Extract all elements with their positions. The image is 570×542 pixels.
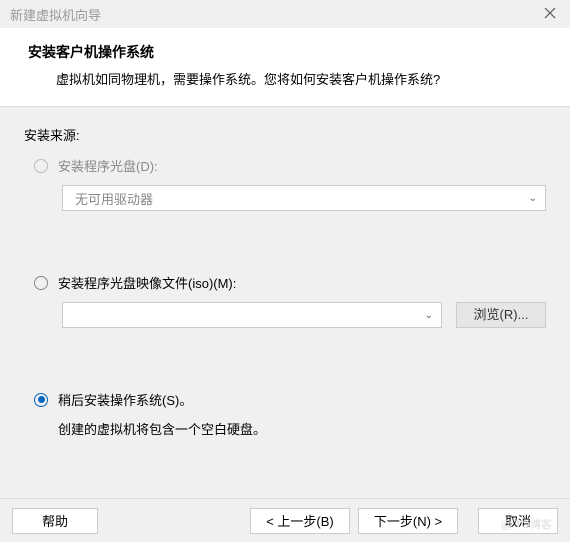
option-later-label: 稍后安装操作系统(S)。 [58,390,192,409]
close-icon[interactable] [530,7,570,22]
chevron-down-icon: ⌄ [425,310,433,321]
radio-disc [34,159,48,173]
option-disc[interactable]: 安装程序光盘(D): [34,156,546,175]
disc-drive-combo[interactable]: 无可用驱动器 ⌄ [62,185,546,211]
source-label: 安装来源: [24,125,546,144]
option-later-note: 创建的虚拟机将包含一个空白硬盘。 [58,419,546,438]
disc-drive-value: 无可用驱动器 [75,189,153,208]
option-later[interactable]: 稍后安装操作系统(S)。 [34,390,546,409]
radio-iso [34,276,48,290]
chevron-down-icon: ⌄ [529,193,537,204]
option-iso-label: 安装程序光盘映像文件(iso)(M): [58,273,236,292]
footer-bar: 帮助 < 上一步(B) 下一步(N) > 取消 [0,498,570,542]
wizard-header: 安装客户机操作系统 虚拟机如同物理机，需要操作系统。您将如何安装客户机操作系统? [0,28,570,106]
content-area: 安装来源: 安装程序光盘(D): 无可用驱动器 ⌄ 安装程序光盘映像文件(iso… [0,107,570,464]
option-iso[interactable]: 安装程序光盘映像文件(iso)(M): [34,273,546,292]
browse-button[interactable]: 浏览(R)... [456,302,546,328]
page-title: 安装客户机操作系统 [28,42,550,62]
option-disc-label: 安装程序光盘(D): [58,156,158,175]
cancel-button[interactable]: 取消 [478,508,558,534]
iso-path-combo[interactable]: ⌄ [62,302,442,328]
page-subtitle: 虚拟机如同物理机，需要操作系统。您将如何安装客户机操作系统? [28,62,550,88]
radio-later [34,393,48,407]
help-button[interactable]: 帮助 [12,508,98,534]
window-title: 新建虚拟机向导 [10,5,101,24]
next-button[interactable]: 下一步(N) > [358,508,458,534]
titlebar: 新建虚拟机向导 [0,0,570,28]
back-button[interactable]: < 上一步(B) [250,508,350,534]
